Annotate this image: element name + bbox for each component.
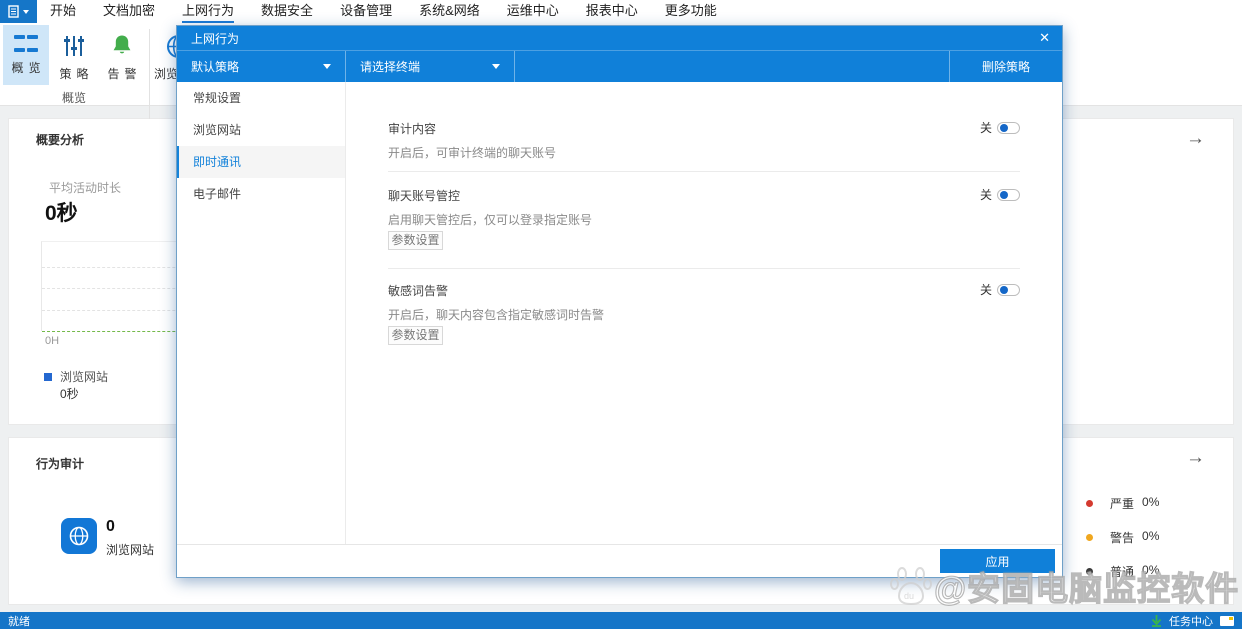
summary-expand-arrow-icon[interactable]: →: [1186, 129, 1205, 148]
task-center-button[interactable]: 任务中心: [1169, 613, 1213, 629]
dialog-content: 审计内容 开启后，可审计终端的聊天账号 关 聊天账号管控 启用聊天管控后，仅可以…: [347, 82, 1062, 544]
section-description: 开启后，聊天内容包含指定敏感词时告警: [388, 306, 604, 323]
menu-tab-doc-encryption[interactable]: 文档加密: [103, 0, 155, 23]
status-bar-right: 任务中心: [1151, 613, 1234, 629]
chevron-down-icon: [492, 64, 500, 69]
menu-tab-data-security[interactable]: 数据安全: [261, 0, 313, 23]
sensitive-word-toggle[interactable]: [997, 284, 1020, 296]
browse-count: 0: [106, 518, 115, 536]
chart-x-axis-label: 0H: [45, 335, 59, 347]
dialog-sidebar: 常规设置 浏览网站 即时通讯 电子邮件: [177, 82, 346, 544]
audit-expand-arrow-icon[interactable]: →: [1186, 448, 1205, 467]
alert-bell-icon: [109, 31, 135, 61]
section-description: 开启后，可审计终端的聊天账号: [388, 144, 556, 161]
status-bar: 就绪 任务中心: [0, 612, 1242, 629]
app-window-icon: [8, 5, 21, 18]
dialog-body: 常规设置 浏览网站 即时通讯 电子邮件 审计内容 开启后，可审计终端的聊天账号 …: [177, 82, 1062, 544]
section-divider: [388, 268, 1020, 269]
main-menu: 开始 文档加密 上网行为 数据安全 设备管理 系统&网络 运维中心 报表中心 更…: [50, 0, 717, 23]
menu-tab-internet-behavior[interactable]: 上网行为: [182, 0, 234, 23]
avg-activity-value: 0秒: [45, 197, 78, 227]
overview-grid-icon: [14, 31, 38, 55]
audit-globe-icon: [61, 518, 97, 554]
policy-dropdown[interactable]: 默认策略: [177, 51, 346, 82]
section-title: 审计内容: [388, 120, 1020, 137]
chat-account-toggle[interactable]: [997, 189, 1020, 201]
legend-label: 浏览网站: [60, 368, 108, 385]
legend-value: 0秒: [60, 385, 79, 402]
legend-row-severe: 严重0%: [1086, 496, 1159, 510]
section-title: 敏感词告警: [388, 282, 1020, 299]
legend-row-normal: 普通0%: [1086, 564, 1159, 578]
status-ready-label: 就绪: [8, 613, 30, 629]
sensitive-word-param-settings-button[interactable]: 参数设置: [388, 326, 443, 345]
filter-spacer: [515, 51, 949, 82]
warning-dot-icon: [1086, 534, 1093, 541]
sidebar-item-email[interactable]: 电子邮件: [177, 178, 345, 210]
browse-count-label: 浏览网站: [106, 541, 154, 558]
ribbon-group-label: 概览: [0, 89, 148, 106]
chart-legend-item: 浏览网站: [44, 368, 108, 385]
section-title: 聊天账号管控: [388, 187, 1020, 204]
app-menu-button[interactable]: [0, 0, 37, 23]
apply-button[interactable]: 应用: [940, 549, 1055, 573]
ribbon-policy-button[interactable]: 策略: [51, 25, 97, 85]
ribbon-overview-button[interactable]: 概览: [3, 25, 49, 85]
normal-dot-icon: [1086, 568, 1093, 575]
chevron-down-icon: [323, 64, 331, 69]
dialog-footer: 应用: [177, 544, 1062, 577]
download-arrow-icon: [1151, 615, 1162, 627]
severity-legend: 严重0% 警告0% 普通0%: [1086, 496, 1159, 598]
policy-sliders-icon: [61, 31, 87, 61]
chat-account-param-settings-button[interactable]: 参数设置: [388, 231, 443, 250]
menu-tab-ops-center[interactable]: 运维中心: [507, 0, 559, 23]
audit-content-toggle-row: 关: [980, 119, 1020, 136]
legend-square-icon: [44, 373, 52, 381]
delete-policy-button[interactable]: 删除策略: [949, 51, 1062, 82]
menu-bar: 开始 文档加密 上网行为 数据安全 设备管理 系统&网络 运维中心 报表中心 更…: [0, 0, 1242, 23]
ribbon-group-divider: [149, 29, 150, 119]
sidebar-item-browse-websites[interactable]: 浏览网站: [177, 114, 345, 146]
close-icon[interactable]: ✕: [1039, 30, 1050, 46]
menu-tab-system-network[interactable]: 系统&网络: [419, 0, 480, 23]
menu-tab-more-features[interactable]: 更多功能: [665, 0, 717, 23]
sidebar-item-general-settings[interactable]: 常规设置: [177, 82, 345, 114]
summary-panel-title: 概要分析: [36, 131, 84, 148]
menu-tab-device-management[interactable]: 设备管理: [340, 0, 392, 23]
dialog-filter-bar: 默认策略 请选择终端 删除策略: [177, 51, 1062, 82]
legend-row-warning: 警告0%: [1086, 530, 1159, 544]
menu-tab-start[interactable]: 开始: [50, 0, 76, 23]
sidebar-item-instant-messaging[interactable]: 即时通讯: [177, 146, 345, 178]
dialog-title-bar: 上网行为 ✕: [177, 26, 1062, 51]
internet-behavior-dialog: 上网行为 ✕ 默认策略 请选择终端 删除策略 常规设置 浏览网站 即时通讯 电子…: [176, 25, 1063, 578]
section-chat-account-control: 聊天账号管控 启用聊天管控后，仅可以登录指定账号 参数设置 关: [388, 187, 1020, 204]
toggle-state-label: 关: [980, 119, 992, 136]
severe-dot-icon: [1086, 500, 1093, 507]
menu-tab-report-center[interactable]: 报表中心: [586, 0, 638, 23]
dialog-title: 上网行为: [191, 30, 239, 47]
chat-account-toggle-row: 关: [980, 186, 1020, 203]
sensitive-word-toggle-row: 关: [980, 281, 1020, 298]
section-sensitive-word-alert: 敏感词告警 开启后，聊天内容包含指定敏感词时告警 参数设置 关: [388, 282, 1020, 299]
toggle-state-label: 关: [980, 186, 992, 203]
toggle-state-label: 关: [980, 281, 992, 298]
section-description: 启用聊天管控后，仅可以登录指定账号: [388, 211, 592, 228]
section-divider: [388, 171, 1020, 172]
terminal-dropdown[interactable]: 请选择终端: [346, 51, 515, 82]
audit-content-toggle[interactable]: [997, 122, 1020, 134]
avg-activity-label: 平均活动时长: [49, 179, 121, 196]
audit-panel-title: 行为审计: [36, 455, 84, 472]
section-audit-content: 审计内容 开启后，可审计终端的聊天账号 关: [388, 120, 1020, 137]
ribbon-alert-button[interactable]: 告警: [99, 25, 145, 85]
monitor-icon[interactable]: [1220, 616, 1234, 626]
app-menu-caret-icon: [23, 10, 29, 14]
